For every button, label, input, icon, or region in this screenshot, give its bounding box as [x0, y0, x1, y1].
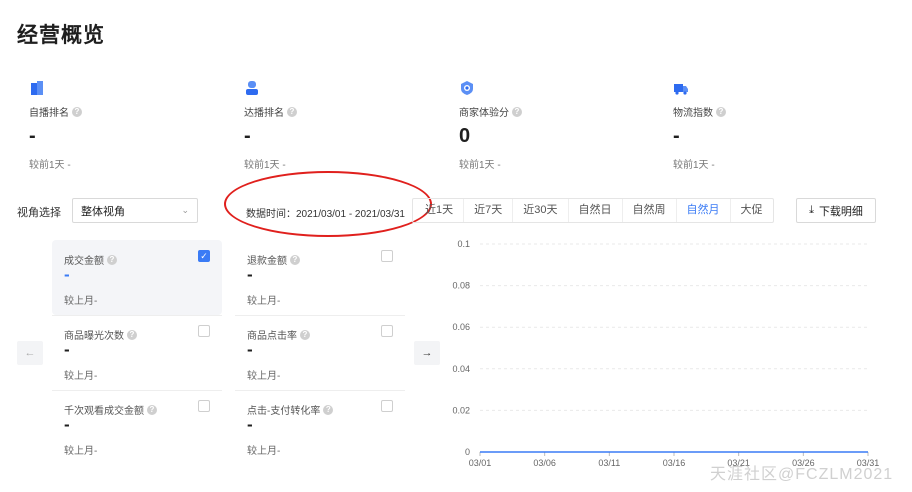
arrow-right-icon: → — [421, 347, 433, 359]
chevron-down-icon: ⌄ — [181, 205, 189, 215]
x-tick-label: 03/16 — [663, 458, 686, 468]
metric-label: 商品曝光次数 — [64, 331, 124, 342]
stat-value: - — [673, 125, 680, 147]
view-select-label: 视角选择 — [17, 207, 61, 219]
download-label: 下载明细 — [818, 205, 863, 218]
shield-star-icon — [461, 81, 473, 95]
metric-card-impressions[interactable]: 商品曝光次数? - 较上月- — [52, 315, 222, 390]
y-tick-label: 0.02 — [452, 405, 470, 415]
download-icon: ⤓ — [809, 204, 814, 216]
period-tab[interactable]: 近1天 — [413, 199, 463, 222]
x-tick-label: 03/11 — [598, 458, 620, 468]
metric-card-ctr[interactable]: 商品点击率? - 较上月- — [235, 315, 405, 390]
y-tick-label: 0.04 — [452, 364, 470, 374]
help-icon[interactable]: ? — [512, 106, 522, 117]
metric-card-gmv[interactable]: 成交金额? - 较上月- ✓ — [52, 240, 222, 315]
person-icon — [246, 81, 258, 95]
metric-checkbox[interactable] — [381, 400, 393, 412]
help-icon[interactable]: ? — [300, 329, 310, 340]
metric-value: - — [64, 340, 70, 359]
metric-value: - — [247, 265, 253, 284]
help-icon[interactable]: ? — [323, 404, 334, 415]
stat-value: 0 — [459, 125, 471, 147]
trend-line-chart: 0.1 0.08 0.06 0.04 0.02 003/01 03/06 03/11 03/16… — [452, 239, 879, 468]
stat-card-merchant-experience-score: 商家体验分? 0 较前1天 - — [459, 80, 659, 171]
metric-value: - — [64, 415, 70, 434]
x-tick-label: 03/01 — [469, 458, 492, 468]
watermark: 天涯社区@FCZLM2021 — [710, 466, 894, 483]
metric-label: 成交金额 — [64, 256, 104, 267]
help-icon[interactable]: ? — [716, 106, 726, 117]
annotation-oval — [224, 171, 432, 237]
stat-label: 物流指数 — [673, 108, 713, 119]
arrow-left-icon: ← — [24, 347, 36, 359]
metric-compare: 较上月- — [247, 296, 281, 307]
next-page-button[interactable]: → — [414, 341, 440, 365]
stat-compare: 较前1天 - — [244, 160, 286, 171]
metric-compare: 较上月- — [64, 371, 98, 382]
stat-card-talent-broadcast-rank: 达播排名? - 较前1天 - — [244, 80, 444, 171]
stat-compare: 较前1天 - — [29, 160, 71, 171]
metric-checkbox[interactable] — [381, 325, 393, 337]
stat-label: 自播排名 — [29, 108, 69, 119]
metric-value: - — [247, 340, 253, 359]
help-icon[interactable]: ? — [107, 254, 117, 265]
truck-icon — [674, 84, 688, 95]
metric-value: - — [64, 265, 70, 284]
metric-compare: 较上月- — [247, 371, 281, 382]
metric-label: 点击-支付转化率 — [247, 406, 321, 417]
help-icon[interactable]: ? — [72, 106, 82, 117]
period-tab[interactable]: 自然日 — [567, 199, 622, 222]
metric-checkbox[interactable] — [381, 250, 393, 262]
download-details-button[interactable]: ⤓ 下载明细 — [796, 198, 876, 223]
prev-page-button[interactable]: ← — [17, 341, 43, 365]
period-tab-active[interactable]: 自然月 — [675, 199, 730, 222]
y-tick-label: 0.06 — [452, 322, 470, 332]
metric-label: 退款金额 — [247, 256, 287, 267]
stat-card-logistics-index: 物流指数? - 较前1天 - — [673, 80, 873, 171]
metric-compare: 较上月- — [247, 446, 281, 457]
stat-label: 商家体验分 — [459, 108, 509, 119]
stat-value: - — [29, 125, 36, 147]
metric-compare: 较上月- — [64, 296, 98, 307]
period-tab[interactable]: 近7天 — [463, 199, 512, 222]
store-icon — [31, 81, 43, 95]
metric-value: - — [247, 415, 253, 434]
help-icon[interactable]: ? — [290, 254, 300, 265]
stat-card-self-broadcast-rank: 自播排名? - 较前1天 - — [29, 80, 229, 171]
stat-label: 达播排名 — [244, 108, 284, 119]
view-select[interactable]: 整体视角 ⌄ — [72, 198, 198, 223]
stat-compare: 较前1天 - — [459, 160, 501, 171]
metric-card-gpm[interactable]: 千次观看成交金额? - 较上月- — [52, 390, 222, 465]
period-tab[interactable]: 大促 — [729, 199, 773, 222]
stat-compare: 较前1天 - — [673, 160, 715, 171]
help-icon[interactable]: ? — [127, 329, 137, 340]
view-select-value: 整体视角 — [81, 205, 125, 218]
period-tab[interactable]: 自然周 — [621, 199, 676, 222]
y-tick-label: 0 — [465, 447, 470, 457]
metric-card-conversion[interactable]: 点击-支付转化率? - 较上月- — [235, 390, 405, 465]
metric-checkbox[interactable] — [198, 325, 210, 337]
metric-compare: 较上月- — [64, 446, 98, 457]
y-tick-label: 0.1 — [457, 239, 470, 249]
metric-label: 千次观看成交金额 — [64, 406, 144, 417]
y-tick-label: 0.08 — [452, 281, 470, 291]
help-icon[interactable]: ? — [287, 106, 297, 117]
help-icon[interactable]: ? — [147, 404, 157, 415]
period-tab[interactable]: 近30天 — [512, 199, 567, 222]
x-tick-label: 03/06 — [533, 458, 556, 468]
page-title: 经营概览 — [17, 24, 105, 47]
stat-value: - — [244, 125, 251, 147]
metric-label: 商品点击率 — [247, 331, 297, 342]
metric-checkbox[interactable] — [198, 400, 210, 412]
period-tabs: 近1天 近7天 近30天 自然日 自然周 自然月 大促 — [412, 198, 774, 223]
metric-checkbox[interactable]: ✓ — [198, 250, 210, 262]
metric-card-refund[interactable]: 退款金额? - 较上月- — [235, 240, 405, 315]
